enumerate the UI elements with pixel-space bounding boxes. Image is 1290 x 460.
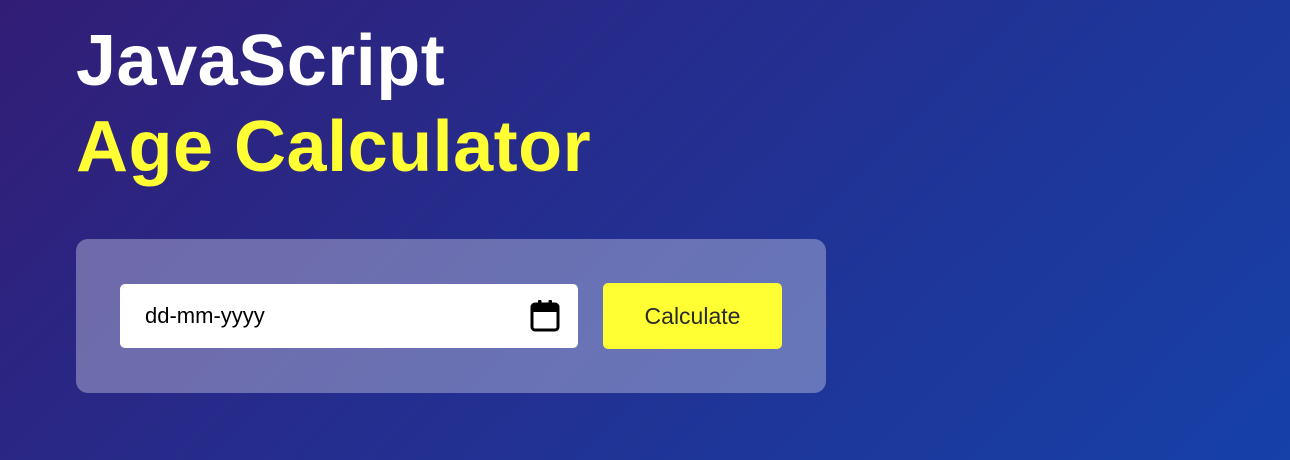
- hero-heading: JavaScript Age Calculator: [76, 18, 591, 190]
- page-title: JavaScript: [76, 21, 446, 101]
- calculator-card: dd-mm-yyyy Calculate: [76, 239, 826, 393]
- birth-date-input[interactable]: dd-mm-yyyy: [120, 284, 578, 348]
- page-subtitle: Age Calculator: [76, 107, 592, 187]
- date-input-placeholder: dd-mm-yyyy: [145, 303, 265, 328]
- calculate-button[interactable]: Calculate: [603, 283, 782, 349]
- calendar-icon[interactable]: [529, 299, 561, 333]
